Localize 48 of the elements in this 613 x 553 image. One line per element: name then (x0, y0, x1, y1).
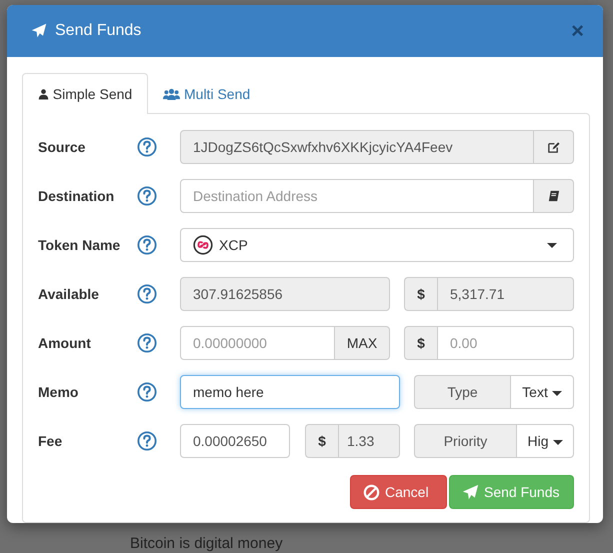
fee-field[interactable]: 0.00002650 (180, 424, 290, 458)
address-book-button[interactable] (534, 179, 574, 213)
help-icon[interactable] (137, 235, 157, 255)
field-label: Fee (38, 433, 64, 449)
help-icon[interactable] (137, 137, 157, 157)
field-label: Destination (38, 188, 116, 204)
balance-field[interactable]: 307.91625856 (180, 277, 390, 311)
amount-field[interactable]: 0.00000000 (180, 326, 335, 360)
token-select[interactable]: XCP (180, 228, 574, 262)
option-label: Type (414, 375, 510, 409)
user-icon (38, 88, 49, 100)
currency-addon: $ (404, 326, 437, 360)
memo-field[interactable]: memo here (180, 375, 400, 409)
usd-field[interactable]: 5,317.71 (437, 277, 574, 311)
usd-field[interactable]: 1.33 (338, 424, 400, 458)
option-dropdown[interactable]: Hig (516, 424, 574, 458)
edit-icon (547, 140, 560, 154)
help-icon[interactable] (137, 186, 157, 206)
page-text: Bitcoin is digital money (130, 535, 283, 552)
cancel-button[interactable]: Cancel (350, 475, 447, 509)
edit-button[interactable] (534, 130, 574, 164)
tab[interactable]: Simple Send (22, 73, 148, 114)
field-label: Token Name (38, 237, 122, 253)
caret-icon (547, 242, 557, 248)
users-icon (163, 88, 180, 100)
currency-addon: $ (305, 424, 338, 458)
option-dropdown[interactable]: Text (510, 375, 574, 409)
address-field[interactable]: 1JDogZS6tQcSxwfxhv6XKKjcyicYA4Feev (180, 130, 534, 164)
max-button[interactable]: MAX (335, 326, 390, 360)
currency-addon: $ (404, 277, 437, 311)
paper-plane-icon (462, 484, 479, 500)
token-logo-icon (193, 235, 213, 255)
option-label: Priority (414, 424, 516, 458)
help-icon[interactable] (137, 284, 157, 304)
help-icon[interactable] (137, 431, 157, 451)
field-label: Memo (38, 384, 80, 400)
book-icon (547, 190, 560, 202)
help-icon[interactable] (137, 333, 157, 353)
field-label: Source (38, 139, 86, 155)
field-label: Available (38, 286, 100, 302)
ban-icon (363, 484, 380, 500)
dialog-title: Send Funds (55, 22, 142, 40)
address-field[interactable]: Destination Address (180, 179, 534, 213)
tab[interactable]: Multi Send (148, 73, 266, 114)
help-icon[interactable] (137, 382, 157, 402)
field-label: Amount (38, 335, 92, 351)
paper-plane-icon (31, 23, 47, 39)
usd-field[interactable]: 0.00 (437, 326, 574, 360)
